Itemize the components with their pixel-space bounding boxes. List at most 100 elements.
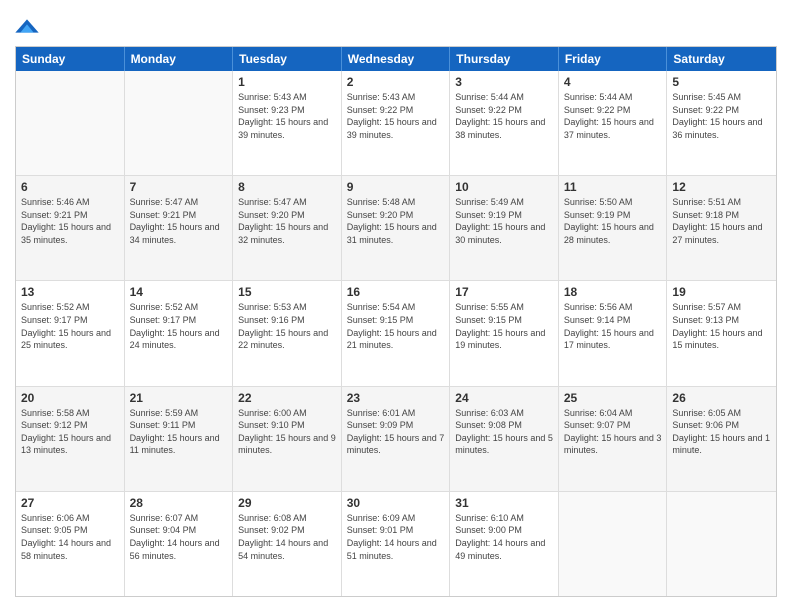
day-cell-13: 13 Sunrise: 5:52 AMSunset: 9:17 PMDayligh… xyxy=(16,281,125,385)
day-number: 29 xyxy=(238,496,336,510)
calendar-row-3: 20 Sunrise: 5:58 AMSunset: 9:12 PMDayligh… xyxy=(16,387,776,492)
calendar-row-4: 27 Sunrise: 6:06 AMSunset: 9:05 PMDayligh… xyxy=(16,492,776,596)
day-number: 17 xyxy=(455,285,553,299)
cell-sun-info: Sunrise: 5:47 AMSunset: 9:21 PMDaylight:… xyxy=(130,196,228,246)
day-number: 3 xyxy=(455,75,553,89)
day-number: 19 xyxy=(672,285,771,299)
day-cell-12: 12 Sunrise: 5:51 AMSunset: 9:18 PMDayligh… xyxy=(667,176,776,280)
calendar-row-2: 13 Sunrise: 5:52 AMSunset: 9:17 PMDayligh… xyxy=(16,281,776,386)
calendar: SundayMondayTuesdayWednesdayThursdayFrid… xyxy=(15,46,777,597)
day-number: 14 xyxy=(130,285,228,299)
day-number: 8 xyxy=(238,180,336,194)
logo-icon xyxy=(15,16,39,36)
logo xyxy=(15,15,43,36)
day-cell-15: 15Sunrise: 5:53 AMSunset: 9:16 PMDayligh… xyxy=(233,281,342,385)
cell-sun-info: Sunrise: 5:48 AMSunset: 9:20 PMDaylight:… xyxy=(347,196,445,246)
weekday-header-friday: Friday xyxy=(559,47,668,71)
cell-sun-info: Sunrise: 5:47 AMSunset: 9:20 PMDaylight:… xyxy=(238,196,336,246)
cell-sun-info: Sunrise: 6:07 AMSunset: 9:04 PMDaylight:… xyxy=(130,512,228,562)
day-number: 12 xyxy=(672,180,771,194)
day-number: 20 xyxy=(21,391,119,405)
cell-sun-info: Sunrise: 6:00 AMSunset: 9:10 PMDaylight:… xyxy=(238,407,336,457)
day-cell-24: 24 Sunrise: 6:03 AMSunset: 9:08 PMDayligh… xyxy=(450,387,559,491)
day-cell-6: 6Sunrise: 5:46 AMSunset: 9:21 PMDaylight… xyxy=(16,176,125,280)
day-cell-19: 19 Sunrise: 5:57 AMSunset: 9:13 PMDayligh… xyxy=(667,281,776,385)
day-cell-14: 14Sunrise: 5:52 AMSunset: 9:17 PMDayligh… xyxy=(125,281,234,385)
day-cell-27: 27 Sunrise: 6:06 AMSunset: 9:05 PMDayligh… xyxy=(16,492,125,596)
calendar-row-0: 1 Sunrise: 5:43 AMSunset: 9:23 PMDaylight… xyxy=(16,71,776,176)
day-number: 1 xyxy=(238,75,336,89)
day-cell-8: 8 Sunrise: 5:47 AMSunset: 9:20 PMDaylight… xyxy=(233,176,342,280)
day-number: 27 xyxy=(21,496,119,510)
day-cell-23: 23 Sunrise: 6:01 AMSunset: 9:09 PMDayligh… xyxy=(342,387,451,491)
cell-sun-info: Sunrise: 5:55 AMSunset: 9:15 PMDaylight:… xyxy=(455,301,553,351)
cell-sun-info: Sunrise: 5:56 AMSunset: 9:14 PMDaylight:… xyxy=(564,301,662,351)
header xyxy=(15,15,777,36)
cell-sun-info: Sunrise: 5:53 AMSunset: 9:16 PMDaylight:… xyxy=(238,301,336,351)
cell-sun-info: Sunrise: 5:54 AMSunset: 9:15 PMDaylight:… xyxy=(347,301,445,351)
cell-sun-info: Sunrise: 5:43 AMSunset: 9:23 PMDaylight:… xyxy=(238,91,336,141)
day-number: 31 xyxy=(455,496,553,510)
cell-sun-info: Sunrise: 5:50 AMSunset: 9:19 PMDaylight:… xyxy=(564,196,662,246)
day-cell-11: 11 Sunrise: 5:50 AMSunset: 9:19 PMDayligh… xyxy=(559,176,668,280)
day-number: 11 xyxy=(564,180,662,194)
weekday-header-tuesday: Tuesday xyxy=(233,47,342,71)
day-cell-26: 26Sunrise: 6:05 AMSunset: 9:06 PMDayligh… xyxy=(667,387,776,491)
calendar-row-1: 6Sunrise: 5:46 AMSunset: 9:21 PMDaylight… xyxy=(16,176,776,281)
day-cell-20: 20 Sunrise: 5:58 AMSunset: 9:12 PMDayligh… xyxy=(16,387,125,491)
day-number: 6 xyxy=(21,180,119,194)
cell-sun-info: Sunrise: 6:06 AMSunset: 9:05 PMDaylight:… xyxy=(21,512,119,562)
cell-sun-info: Sunrise: 5:44 AMSunset: 9:22 PMDaylight:… xyxy=(564,91,662,141)
day-cell-22: 22 Sunrise: 6:00 AMSunset: 9:10 PMDayligh… xyxy=(233,387,342,491)
empty-cell xyxy=(667,492,776,596)
day-cell-9: 9 Sunrise: 5:48 AMSunset: 9:20 PMDaylight… xyxy=(342,176,451,280)
cell-sun-info: Sunrise: 6:08 AMSunset: 9:02 PMDaylight:… xyxy=(238,512,336,562)
cell-sun-info: Sunrise: 5:43 AMSunset: 9:22 PMDaylight:… xyxy=(347,91,445,141)
day-cell-25: 25Sunrise: 6:04 AMSunset: 9:07 PMDayligh… xyxy=(559,387,668,491)
cell-sun-info: Sunrise: 6:09 AMSunset: 9:01 PMDaylight:… xyxy=(347,512,445,562)
day-cell-7: 7 Sunrise: 5:47 AMSunset: 9:21 PMDaylight… xyxy=(125,176,234,280)
day-number: 4 xyxy=(564,75,662,89)
cell-sun-info: Sunrise: 5:45 AMSunset: 9:22 PMDaylight:… xyxy=(672,91,771,141)
day-cell-1: 1 Sunrise: 5:43 AMSunset: 9:23 PMDaylight… xyxy=(233,71,342,175)
calendar-body: 1 Sunrise: 5:43 AMSunset: 9:23 PMDaylight… xyxy=(16,71,776,596)
cell-sun-info: Sunrise: 5:59 AMSunset: 9:11 PMDaylight:… xyxy=(130,407,228,457)
cell-sun-info: Sunrise: 5:58 AMSunset: 9:12 PMDaylight:… xyxy=(21,407,119,457)
day-number: 21 xyxy=(130,391,228,405)
day-number: 22 xyxy=(238,391,336,405)
day-cell-30: 30 Sunrise: 6:09 AMSunset: 9:01 PMDayligh… xyxy=(342,492,451,596)
cell-sun-info: Sunrise: 6:10 AMSunset: 9:00 PMDaylight:… xyxy=(455,512,553,562)
day-number: 28 xyxy=(130,496,228,510)
day-number: 24 xyxy=(455,391,553,405)
day-cell-21: 21 Sunrise: 5:59 AMSunset: 9:11 PMDayligh… xyxy=(125,387,234,491)
day-number: 18 xyxy=(564,285,662,299)
cell-sun-info: Sunrise: 6:03 AMSunset: 9:08 PMDaylight:… xyxy=(455,407,553,457)
day-cell-5: 5 Sunrise: 5:45 AMSunset: 9:22 PMDaylight… xyxy=(667,71,776,175)
weekday-header-sunday: Sunday xyxy=(16,47,125,71)
empty-cell xyxy=(559,492,668,596)
weekday-header-thursday: Thursday xyxy=(450,47,559,71)
weekday-header-wednesday: Wednesday xyxy=(342,47,451,71)
cell-sun-info: Sunrise: 5:52 AMSunset: 9:17 PMDaylight:… xyxy=(21,301,119,351)
day-number: 7 xyxy=(130,180,228,194)
day-cell-31: 31 Sunrise: 6:10 AMSunset: 9:00 PMDayligh… xyxy=(450,492,559,596)
cell-sun-info: Sunrise: 6:04 AMSunset: 9:07 PMDaylight:… xyxy=(564,407,662,457)
day-number: 30 xyxy=(347,496,445,510)
day-cell-17: 17 Sunrise: 5:55 AMSunset: 9:15 PMDayligh… xyxy=(450,281,559,385)
cell-sun-info: Sunrise: 5:57 AMSunset: 9:13 PMDaylight:… xyxy=(672,301,771,351)
day-cell-2: 2 Sunrise: 5:43 AMSunset: 9:22 PMDaylight… xyxy=(342,71,451,175)
day-number: 2 xyxy=(347,75,445,89)
cell-sun-info: Sunrise: 5:49 AMSunset: 9:19 PMDaylight:… xyxy=(455,196,553,246)
day-cell-4: 4 Sunrise: 5:44 AMSunset: 9:22 PMDaylight… xyxy=(559,71,668,175)
day-cell-16: 16Sunrise: 5:54 AMSunset: 9:15 PMDayligh… xyxy=(342,281,451,385)
empty-cell xyxy=(16,71,125,175)
empty-cell xyxy=(125,71,234,175)
day-number: 23 xyxy=(347,391,445,405)
weekday-header-saturday: Saturday xyxy=(667,47,776,71)
day-number: 5 xyxy=(672,75,771,89)
day-number: 9 xyxy=(347,180,445,194)
day-number: 13 xyxy=(21,285,119,299)
cell-sun-info: Sunrise: 6:01 AMSunset: 9:09 PMDaylight:… xyxy=(347,407,445,457)
day-number: 26 xyxy=(672,391,771,405)
cell-sun-info: Sunrise: 5:51 AMSunset: 9:18 PMDaylight:… xyxy=(672,196,771,246)
